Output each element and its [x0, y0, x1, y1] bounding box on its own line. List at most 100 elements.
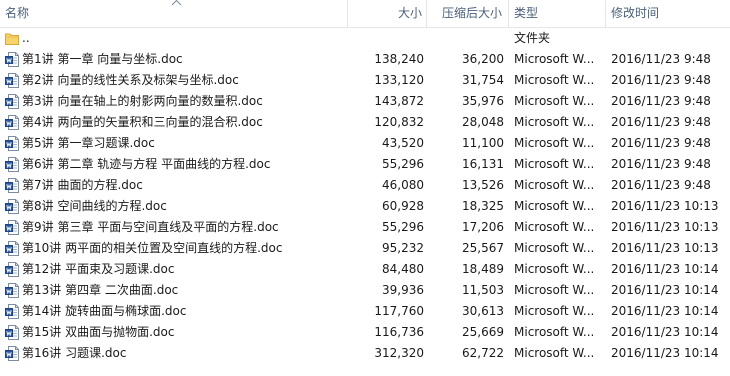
word-document-icon	[5, 262, 19, 277]
list-item-file[interactable]: 第12讲 平面束及习题课.doc 84,480 18,489 Microsoft…	[0, 259, 730, 280]
word-document-icon	[5, 283, 19, 298]
file-name: 第7讲 曲面的方程.doc	[22, 178, 143, 192]
file-name: 第2讲 向量的线性关系及标架与坐标.doc	[22, 73, 239, 87]
file-compressed-size: 28,048	[462, 115, 504, 129]
list-item-file[interactable]: 第14讲 旋转曲面与椭球面.doc 117,760 30,613 Microso…	[0, 301, 730, 322]
file-modified: 2016/11/23 10:14	[611, 325, 719, 339]
file-size: 120,832	[374, 115, 424, 129]
file-size: 55,296	[382, 220, 424, 234]
file-compressed-size: 36,200	[462, 52, 504, 66]
word-document-icon	[5, 325, 19, 340]
file-name: 第9讲 第三章 平面与空间直线及平面的方程.doc	[22, 220, 279, 234]
file-type: Microsoft W...	[514, 220, 595, 234]
file-name: 第10讲 两平面的相关位置及空间直线的方程.doc	[22, 241, 283, 255]
file-name: 第16讲 习题课.doc	[22, 346, 127, 360]
file-compressed-size: 16,131	[462, 157, 504, 171]
column-header-size[interactable]: 大小	[398, 0, 422, 27]
list-item-parent-folder[interactable]: .. 文件夹	[0, 28, 730, 49]
file-modified: 2016/11/23 9:48	[611, 52, 711, 66]
file-name: 第1讲 第一章 向量与坐标.doc	[22, 52, 183, 66]
word-document-icon	[5, 241, 19, 256]
file-size: 39,936	[382, 283, 424, 297]
file-size: 46,080	[382, 178, 424, 192]
word-document-icon	[5, 73, 19, 88]
file-type: Microsoft W...	[514, 283, 595, 297]
column-header-modified[interactable]: 修改时间	[611, 0, 659, 27]
file-size: 138,240	[374, 52, 424, 66]
file-name: 第4讲 两向量的矢量积和三向量的混合积.doc	[22, 115, 263, 129]
file-type: Microsoft W...	[514, 262, 595, 276]
file-type: Microsoft W...	[514, 325, 595, 339]
file-modified: 2016/11/23 9:48	[611, 94, 711, 108]
file-type: Microsoft W...	[514, 136, 595, 150]
file-compressed-size: 11,503	[462, 283, 504, 297]
column-divider[interactable]	[508, 0, 509, 27]
file-compressed-size: 13,526	[462, 178, 504, 192]
file-compressed-size: 30,613	[462, 304, 504, 318]
file-type: 文件夹	[514, 31, 551, 45]
file-size: 116,736	[374, 325, 424, 339]
file-size: 143,872	[374, 94, 424, 108]
file-type: Microsoft W...	[514, 52, 595, 66]
file-compressed-size: 18,489	[462, 262, 504, 276]
list-item-file[interactable]: 第2讲 向量的线性关系及标架与坐标.doc 133,120 31,754 Mic…	[0, 70, 730, 91]
word-document-icon	[5, 199, 19, 214]
word-document-icon	[5, 136, 19, 151]
file-name: 第14讲 旋转曲面与椭球面.doc	[22, 304, 187, 318]
file-size: 312,320	[374, 346, 424, 360]
file-modified: 2016/11/23 10:14	[611, 283, 719, 297]
file-type: Microsoft W...	[514, 178, 595, 192]
file-name: 第12讲 平面束及习题课.doc	[22, 262, 175, 276]
file-modified: 2016/11/23 9:48	[611, 73, 711, 87]
file-compressed-size: 35,976	[462, 94, 504, 108]
column-header-bar: 名称 大小 压缩后大小 类型 修改时间	[0, 0, 730, 28]
list-item-file[interactable]: 第3讲 向量在轴上的射影两向量的数量积.doc 143,872 35,976 M…	[0, 91, 730, 112]
list-item-file[interactable]: 第16讲 习题课.doc 312,320 62,722 Microsoft W.…	[0, 343, 730, 364]
list-item-file[interactable]: 第7讲 曲面的方程.doc 46,080 13,526 Microsoft W.…	[0, 175, 730, 196]
file-size: 60,928	[382, 199, 424, 213]
list-item-file[interactable]: 第4讲 两向量的矢量积和三向量的混合积.doc 120,832 28,048 M…	[0, 112, 730, 133]
file-type: Microsoft W...	[514, 241, 595, 255]
file-modified: 2016/11/23 9:48	[611, 115, 711, 129]
list-item-file[interactable]: 第9讲 第三章 平面与空间直线及平面的方程.doc 55,296 17,206 …	[0, 217, 730, 238]
file-type: Microsoft W...	[514, 94, 595, 108]
file-type: Microsoft W...	[514, 199, 595, 213]
file-size: 84,480	[382, 262, 424, 276]
file-modified: 2016/11/23 10:13	[611, 199, 719, 213]
column-divider[interactable]	[605, 0, 606, 27]
column-header-name[interactable]: 名称	[5, 0, 29, 27]
file-compressed-size: 11,100	[462, 136, 504, 150]
word-document-icon	[5, 94, 19, 109]
word-document-icon	[5, 178, 19, 193]
file-modified: 2016/11/23 10:13	[611, 220, 719, 234]
list-item-file[interactable]: 第8讲 空间曲线的方程.doc 60,928 18,325 Microsoft …	[0, 196, 730, 217]
file-name: 第5讲 第一章习题课.doc	[22, 136, 155, 150]
file-name: 第6讲 第二章 轨迹与方程 平面曲线的方程.doc	[22, 157, 271, 171]
file-rows: .. 文件夹 第1讲 第一章 向量与坐标.doc 138,240 36,200 …	[0, 28, 730, 364]
file-type: Microsoft W...	[514, 157, 595, 171]
column-divider[interactable]	[426, 0, 427, 27]
list-item-file[interactable]: 第10讲 两平面的相关位置及空间直线的方程.doc 95,232 25,567 …	[0, 238, 730, 259]
list-item-file[interactable]: 第6讲 第二章 轨迹与方程 平面曲线的方程.doc 55,296 16,131 …	[0, 154, 730, 175]
file-name: 第8讲 空间曲线的方程.doc	[22, 199, 167, 213]
column-divider[interactable]	[347, 0, 348, 27]
file-compressed-size: 25,567	[462, 241, 504, 255]
word-document-icon	[5, 52, 19, 67]
sort-ascending-icon	[171, 0, 182, 6]
list-item-file[interactable]: 第5讲 第一章习题课.doc 43,520 11,100 Microsoft W…	[0, 133, 730, 154]
file-modified: 2016/11/23 9:48	[611, 178, 711, 192]
list-item-file[interactable]: 第15讲 双曲面与抛物面.doc 116,736 25,669 Microsof…	[0, 322, 730, 343]
word-document-icon	[5, 115, 19, 130]
column-header-type[interactable]: 类型	[514, 0, 538, 27]
file-compressed-size: 18,325	[462, 199, 504, 213]
list-item-file[interactable]: 第1讲 第一章 向量与坐标.doc 138,240 36,200 Microso…	[0, 49, 730, 70]
column-header-compressed-size[interactable]: 压缩后大小	[442, 0, 502, 27]
list-item-file[interactable]: 第13讲 第四章 二次曲面.doc 39,936 11,503 Microsof…	[0, 280, 730, 301]
file-list-view: 名称 大小 压缩后大小 类型 修改时间 .. 文件夹 第1讲 第一章 向量与坐标…	[0, 0, 730, 376]
file-name: ..	[22, 31, 30, 45]
file-name: 第3讲 向量在轴上的射影两向量的数量积.doc	[22, 94, 263, 108]
file-compressed-size: 17,206	[462, 220, 504, 234]
file-modified: 2016/11/23 9:48	[611, 136, 711, 150]
file-name: 第15讲 双曲面与抛物面.doc	[22, 325, 175, 339]
file-compressed-size: 31,754	[462, 73, 504, 87]
